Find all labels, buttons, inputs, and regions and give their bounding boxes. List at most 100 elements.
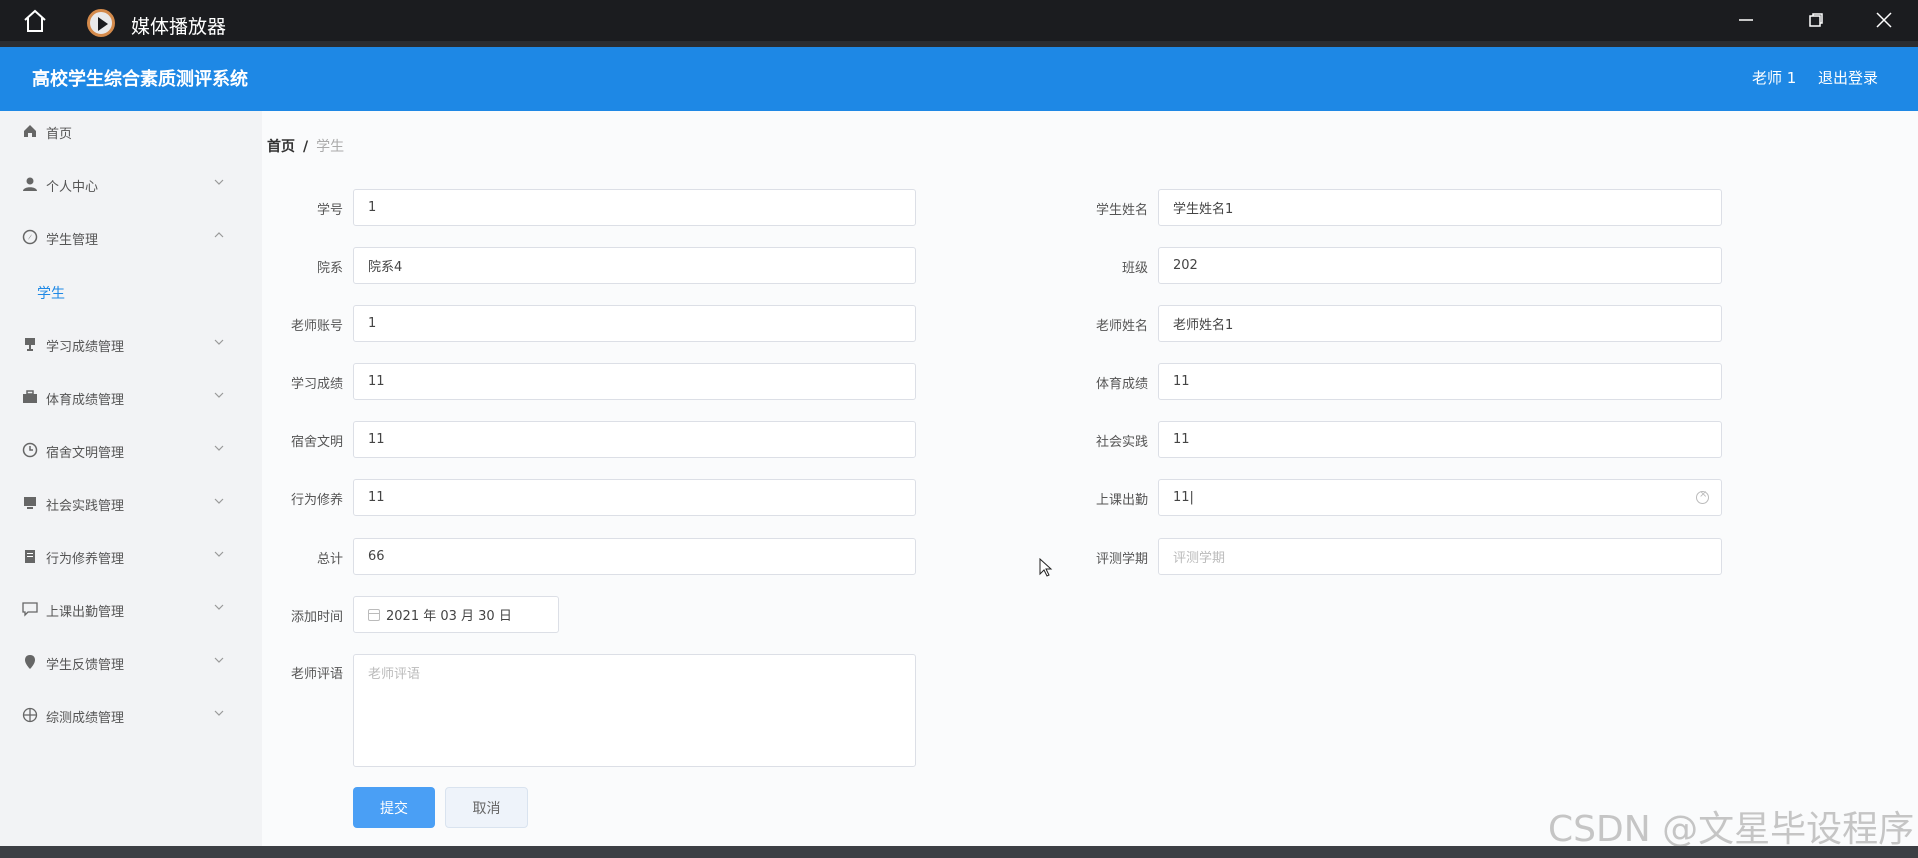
chevron-up-icon [214, 232, 224, 238]
window-titlebar: 媒体播放器 [0, 0, 1918, 41]
social-input[interactable]: 11 [1158, 421, 1722, 458]
sidebar-item-label: 行为修养管理 [46, 552, 125, 567]
sidebar-item-personal-center[interactable]: 个人中心 [0, 164, 243, 204]
student-name-label: 学生姓名 [1095, 203, 1148, 218]
sidebar-item-composite-score[interactable]: 综测成绩管理 [0, 695, 243, 735]
department-input[interactable]: 院系4 [353, 247, 916, 284]
breadcrumb-separator: / [303, 139, 309, 155]
add-time-datepicker[interactable]: 2021 年 03 月 30 日 [353, 596, 559, 633]
sidebar-subitem-student[interactable]: 学生 [37, 283, 65, 303]
add-time-label: 添加时间 [290, 610, 343, 625]
chevron-down-icon [214, 498, 224, 504]
media-player-icon [87, 9, 115, 37]
study-score-input[interactable]: 11 [353, 363, 916, 400]
attendance-input[interactable]: 11| [1158, 479, 1722, 516]
teacher-account-label: 老师账号 [290, 319, 343, 334]
sidebar-item-label: 学生管理 [46, 233, 99, 248]
student-name-input[interactable]: 学生姓名1 [1158, 189, 1722, 226]
sidebar-item-behavior[interactable]: 行为修养管理 [0, 536, 243, 576]
total-label: 总计 [316, 552, 343, 567]
chevron-down-icon [214, 179, 224, 185]
sidebar-item-attendance[interactable]: 上课出勤管理 [0, 589, 243, 629]
sports-score-input[interactable]: 11 [1158, 363, 1722, 400]
sidebar-item-label: 个人中心 [46, 180, 99, 195]
current-user: 老师 1 [1752, 69, 1797, 87]
calendar-icon [368, 608, 380, 621]
semester-input[interactable]: 评测学期 [1158, 538, 1722, 575]
sidebar-item-student-management[interactable]: 学生管理 [0, 217, 243, 257]
submit-button[interactable]: 提交 [353, 787, 435, 828]
comment-label: 老师评语 [290, 667, 343, 682]
watermark: CSDN @文星毕设程序 [1548, 809, 1915, 850]
sidebar-item-label: 综测成绩管理 [46, 711, 125, 726]
breadcrumb-current: 学生 [316, 139, 345, 155]
add-time-value: 2021 年 03 月 30 日 [386, 609, 512, 624]
teacher-name-label: 老师姓名 [1095, 319, 1148, 334]
target-icon [22, 707, 38, 723]
chevron-down-icon [214, 392, 224, 398]
home-icon[interactable] [22, 9, 48, 33]
app-name: 媒体播放器 [131, 16, 227, 38]
comment-textarea[interactable]: 老师评语 [353, 654, 916, 767]
sidebar-item-dorm[interactable]: 宿舍文明管理 [0, 430, 243, 470]
chevron-down-icon [214, 445, 224, 451]
sidebar-item-feedback[interactable]: 学生反馈管理 [0, 642, 243, 682]
social-label: 社会实践 [1095, 435, 1148, 450]
dorm-input[interactable]: 11 [353, 421, 916, 458]
sidebar-item-label: 体育成绩管理 [46, 393, 125, 408]
behavior-input[interactable]: 11 [353, 479, 916, 516]
sidebar-item-label: 学习成绩管理 [46, 340, 125, 355]
system-title: 高校学生综合素质测评系统 [32, 69, 248, 90]
sidebar-item-home[interactable]: 首页 [0, 111, 243, 151]
sidebar-item-label: 首页 [46, 127, 73, 142]
clock-icon [22, 442, 38, 458]
behavior-label: 行为修养 [290, 493, 343, 508]
attendance-label: 上课出勤 [1095, 493, 1148, 508]
logout-link[interactable]: 退出登录 [1818, 67, 1878, 88]
sidebar-item-label: 上课出勤管理 [46, 605, 125, 620]
breadcrumb-home[interactable]: 首页 [267, 139, 295, 155]
chevron-down-icon [214, 339, 224, 345]
study-score-label: 学习成绩 [290, 377, 343, 392]
dorm-label: 宿舍文明 [290, 435, 343, 450]
chat-icon [22, 602, 38, 617]
briefcase-icon [23, 390, 37, 403]
close-button[interactable] [1869, 8, 1899, 34]
user-icon [23, 177, 37, 191]
sidebar-item-label: 学生反馈管理 [46, 658, 125, 673]
app-header: 高校学生综合素质测评系统 老师 1 退出登录 [0, 47, 1918, 111]
teacher-account-input[interactable]: 1 [353, 305, 916, 342]
sidebar: 首页 个人中心 学生管理 学生 学习成绩管理 体育成绩管理 宿舍文明管理 社会实… [0, 111, 243, 846]
chevron-down-icon [214, 657, 224, 663]
mouse-cursor-icon [1039, 558, 1053, 577]
breadcrumb: 首页 / 学生 [267, 136, 344, 156]
sidebar-item-label: 宿舍文明管理 [46, 446, 125, 461]
student-no-input[interactable]: 1 [353, 189, 916, 226]
bottom-bar [0, 846, 1918, 858]
home-icon [24, 125, 36, 137]
sidebar-item-social-practice[interactable]: 社会实践管理 [0, 483, 243, 523]
sidebar-item-label: 社会实践管理 [46, 499, 125, 514]
cancel-button[interactable]: 取消 [445, 787, 528, 828]
minimize-button[interactable] [1731, 8, 1761, 34]
clipboard-icon [25, 550, 35, 563]
chevron-down-icon [214, 710, 224, 716]
semester-label: 评测学期 [1095, 552, 1148, 567]
class-label: 班级 [1121, 261, 1148, 276]
sidebar-item-sports-score[interactable]: 体育成绩管理 [0, 377, 243, 417]
chevron-down-icon [214, 551, 224, 557]
trophy-icon [25, 338, 35, 351]
sports-score-label: 体育成绩 [1095, 377, 1148, 392]
department-label: 院系 [316, 261, 343, 276]
chevron-down-icon [214, 604, 224, 610]
restore-button[interactable] [1801, 8, 1831, 34]
monitor-icon [24, 497, 36, 509]
attendance-value: 11| [1173, 490, 1194, 505]
compass-icon [22, 229, 38, 245]
sidebar-item-study-score[interactable]: 学习成绩管理 [0, 324, 243, 364]
teacher-name-input[interactable]: 老师姓名1 [1158, 305, 1722, 342]
class-input[interactable]: 202 [1158, 247, 1722, 284]
student-no-label: 学号 [316, 203, 343, 218]
total-input[interactable]: 66 [353, 538, 916, 575]
clear-icon[interactable] [1696, 489, 1709, 504]
